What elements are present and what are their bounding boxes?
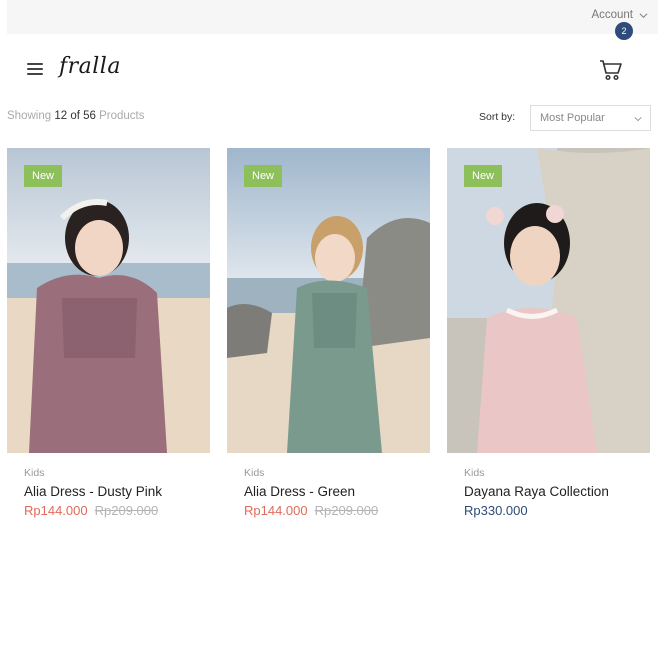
site-header: fralla [0,34,658,104]
product-image[interactable]: New [447,148,650,453]
new-badge: New [464,165,503,187]
product-photo [447,148,650,453]
chevron-down-icon [634,117,642,122]
product-category: Kids [244,467,265,479]
new-badge: New [244,165,283,187]
product-card[interactable]: New Kids Alia Dress - Dusty Pink Rp144.0… [7,148,210,518]
sort-select[interactable]: Most Popular [530,105,651,131]
price: Rp330.000 [464,503,528,518]
product-card[interactable]: New Kids Dayana Raya Collection Rp330.00… [447,148,650,518]
menu-icon[interactable] [27,63,43,76]
sort-value: Most Popular [540,112,605,124]
site-logo[interactable]: fralla [59,54,121,79]
product-category: Kids [24,467,45,479]
new-badge: New [24,165,63,187]
product-prices: Rp330.000 [464,503,650,518]
sale-price: Rp144.000 [24,503,88,518]
account-menu[interactable]: Account [591,9,648,21]
product-image[interactable]: New [7,148,210,453]
product-count: Showing 12 of 56 Products [7,110,145,122]
showing-suffix: Products [99,110,145,122]
account-label: Account [591,9,633,21]
chevron-down-icon [639,12,648,18]
product-photo [7,148,210,453]
product-name[interactable]: Alia Dress - Green [244,484,430,499]
showing-count: 12 of 56 [54,110,96,122]
product-category: Kids [464,467,485,479]
product-prices: Rp144.000 Rp209.000 [24,503,210,518]
product-card[interactable]: New Kids Alia Dress - Green Rp144.000 Rp… [227,148,430,518]
cart-count-badge: 2 [615,22,633,40]
top-bar: Account [7,0,658,34]
showing-prefix: Showing [7,110,52,122]
cart-icon[interactable] [599,59,623,81]
product-prices: Rp144.000 Rp209.000 [244,503,430,518]
product-name[interactable]: Dayana Raya Collection [464,484,650,499]
product-image[interactable]: New [227,148,430,453]
product-name[interactable]: Alia Dress - Dusty Pink [24,484,210,499]
product-photo [227,148,430,453]
original-price: Rp209.000 [94,503,159,518]
sale-price: Rp144.000 [244,503,308,518]
sort-label: Sort by: [479,111,516,123]
original-price: Rp209.000 [314,503,379,518]
